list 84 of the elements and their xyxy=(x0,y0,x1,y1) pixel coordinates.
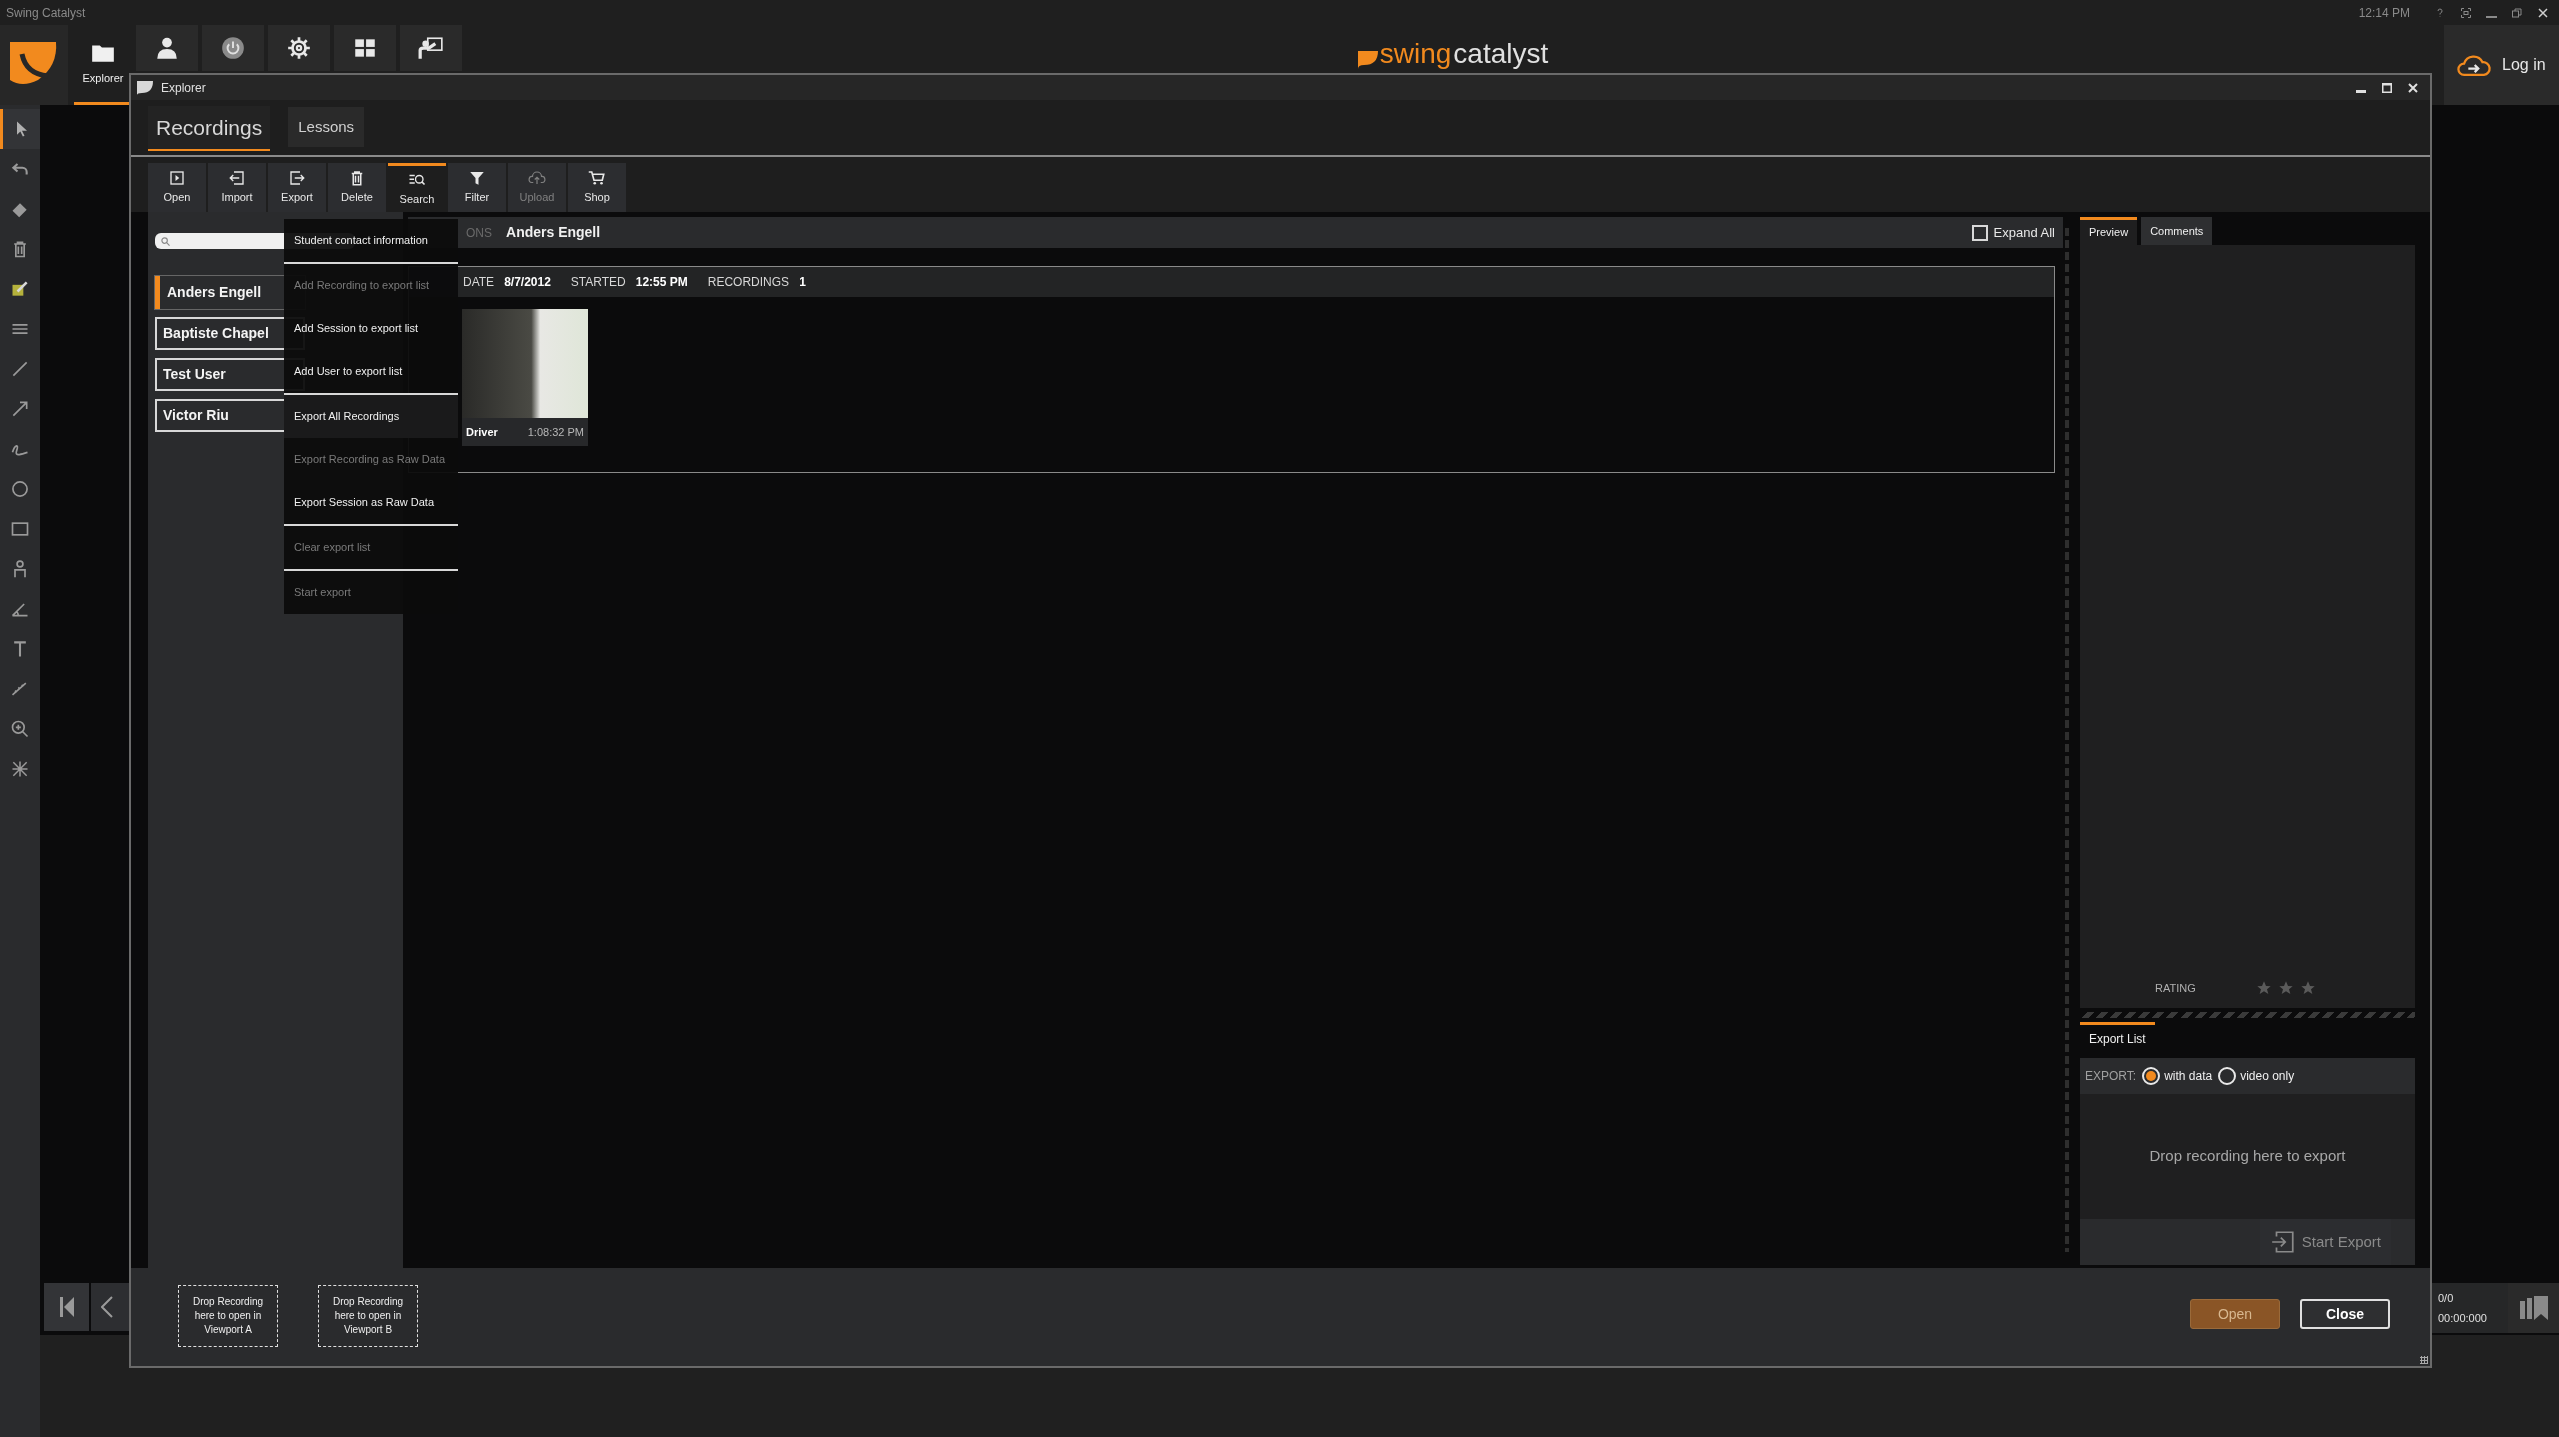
date-label: DATE xyxy=(463,274,495,291)
maximize-icon[interactable] xyxy=(2382,82,2392,93)
app-title: Swing Catalyst xyxy=(6,4,86,22)
tab[interactable]: Recordings xyxy=(148,106,271,151)
skip-back-icon xyxy=(58,1295,75,1319)
radio-option[interactable]: video only xyxy=(2218,1067,2295,1085)
chevron-left-icon xyxy=(101,1296,113,1318)
frame-counter: 0/0 xyxy=(2438,1291,2455,1306)
nav-tab[interactable] xyxy=(136,25,198,71)
bookmark-icon xyxy=(2518,1295,2549,1321)
tab[interactable]: Lessons xyxy=(288,107,365,147)
recording-name: Driver xyxy=(466,424,498,440)
tab[interactable]: Preview xyxy=(2080,217,2138,245)
brand-name: catalyst xyxy=(1453,39,1549,69)
nav-tab[interactable] xyxy=(400,25,462,71)
clock: 12:14 PM xyxy=(2358,4,2410,22)
app-logo[interactable] xyxy=(0,25,68,105)
close-button[interactable]: Close xyxy=(2300,1299,2390,1329)
window-logo-icon xyxy=(137,80,153,95)
session-user-name: Anders Engell xyxy=(506,223,601,242)
tool-button[interactable] xyxy=(0,109,40,149)
menu-item[interactable]: Export Session as Raw Data xyxy=(284,481,458,524)
toolbar-button[interactable]: Open xyxy=(148,163,206,212)
recordings-label: RECORDINGS xyxy=(707,274,790,291)
presenter-icon xyxy=(417,35,445,61)
toolbar-button[interactable]: Filter xyxy=(448,163,506,212)
star-icon xyxy=(2277,979,2294,996)
time-readout: 00:00:000 xyxy=(2438,1311,2488,1326)
sessions-label: ONS xyxy=(466,224,492,242)
export-icon xyxy=(2269,1229,2296,1255)
note-icon xyxy=(10,279,30,299)
export-icon xyxy=(288,169,306,188)
close-icon[interactable] xyxy=(2408,82,2418,93)
nav-tab[interactable] xyxy=(268,25,330,71)
star-rating[interactable] xyxy=(2255,979,2316,996)
nav-tab[interactable] xyxy=(334,25,396,71)
nav-tab[interactable] xyxy=(202,25,264,71)
export-label: EXPORT: xyxy=(2085,1068,2137,1085)
toolbar-button[interactable]: Delete xyxy=(328,163,386,212)
drop-zone[interactable]: Drop Recording here to open in Viewport B xyxy=(318,1285,418,1347)
settings-icon xyxy=(285,35,313,61)
star-icon xyxy=(2255,979,2272,996)
started-label: STARTED xyxy=(570,274,626,291)
bookmark-button[interactable] xyxy=(2508,1283,2559,1333)
toolbar-button[interactable]: Import xyxy=(208,163,266,212)
menu-item[interactable]: Student contact information xyxy=(284,219,458,262)
session-date: 8/7/2012 xyxy=(504,274,551,291)
previous-button[interactable] xyxy=(91,1283,131,1331)
expand-all-checkbox[interactable]: Expand All xyxy=(1971,222,2055,243)
close-icon xyxy=(2537,6,2549,19)
drop-zone[interactable]: Drop Recording here to open in Viewport A xyxy=(178,1285,278,1347)
session-start-time: 12:55 PM xyxy=(635,274,688,291)
circle-icon xyxy=(10,479,30,499)
resize-grip-icon[interactable] xyxy=(2420,1356,2428,1364)
cart-icon xyxy=(588,169,606,188)
menu-item[interactable]: Export All Recordings xyxy=(284,395,458,438)
restore-icon xyxy=(2511,6,2523,19)
power-icon xyxy=(219,35,247,61)
grid-icon xyxy=(10,759,30,779)
recording-tile[interactable]: Driver 1:08:32 PM xyxy=(462,309,588,446)
minimize-icon[interactable] xyxy=(2486,15,2497,18)
rectangle-icon xyxy=(10,519,30,539)
rating-label: RATING xyxy=(2155,980,2196,996)
brand-mark-icon xyxy=(1357,51,1378,69)
line-icon xyxy=(10,359,30,379)
drop-hint: Drop recording here to export xyxy=(2149,1146,2346,1167)
play-icon xyxy=(168,169,186,188)
filter-icon xyxy=(468,169,486,188)
radio-option[interactable]: with data xyxy=(2142,1067,2213,1085)
brand-name: swing xyxy=(1379,39,1452,69)
login-button[interactable]: Log in xyxy=(2444,25,2559,105)
fullscreen-icon xyxy=(2460,6,2472,19)
tab[interactable]: Comments xyxy=(2141,217,2213,245)
recording-time: 1:08:32 PM xyxy=(527,424,584,440)
skip-back-button[interactable] xyxy=(44,1283,89,1331)
toolbar-button[interactable]: Shop xyxy=(568,163,626,212)
star-icon xyxy=(2299,979,2316,996)
import-icon xyxy=(228,169,246,188)
window-title: Explorer xyxy=(161,79,206,97)
toolbar-button[interactable]: Export xyxy=(268,163,326,212)
zoom-icon xyxy=(10,719,30,739)
arrow-icon xyxy=(10,399,30,419)
recordings-count: 1 xyxy=(799,274,806,291)
search-icon xyxy=(161,236,170,246)
